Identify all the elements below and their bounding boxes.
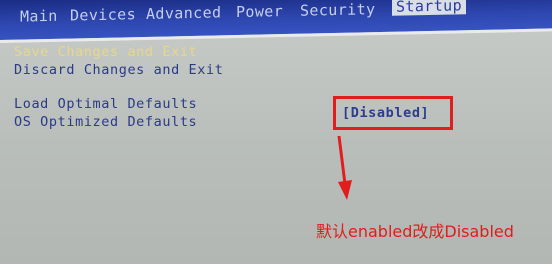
- save-changes-and-exit-item[interactable]: Save Changes and Exit: [14, 44, 197, 61]
- discard-changes-and-exit-item[interactable]: Discard Changes and Exit: [14, 62, 223, 79]
- os-optimized-defaults-item[interactable]: OS Optimized Defaults: [14, 114, 197, 131]
- annotation-highlight-box: [333, 96, 453, 130]
- tab-startup[interactable]: Startup: [392, 0, 467, 16]
- tab-advanced[interactable]: Advanced: [146, 3, 221, 23]
- annotation-arrow-icon: [337, 135, 352, 200]
- tab-power[interactable]: Power: [236, 2, 283, 21]
- tab-devices[interactable]: Devices: [70, 5, 136, 24]
- tab-security[interactable]: Security: [300, 0, 375, 20]
- annotation-note: 默认enabled改成Disabled: [316, 222, 514, 241]
- load-optimal-defaults-item[interactable]: Load Optimal Defaults: [14, 96, 197, 113]
- tab-main[interactable]: Main: [20, 7, 58, 26]
